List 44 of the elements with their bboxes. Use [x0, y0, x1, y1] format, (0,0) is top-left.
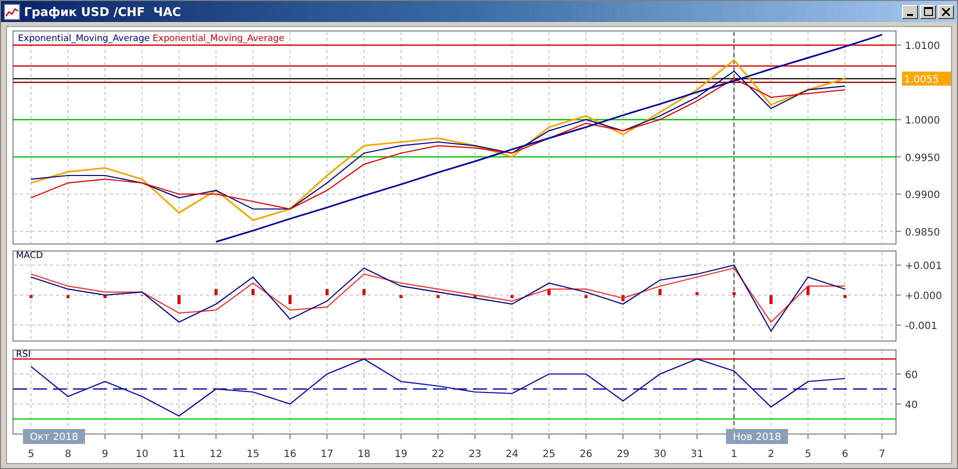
legend-label: Exponential_Moving_Average	[18, 34, 150, 44]
month-badge: Нов 2018	[726, 429, 788, 444]
axis-label: 40	[905, 400, 918, 411]
axis-label: 5	[804, 449, 812, 460]
axis-label: 15	[246, 449, 260, 460]
axis-label: 11	[172, 449, 186, 460]
axis-label: 0.9900	[905, 190, 940, 202]
month-badge: Окт 2018	[23, 429, 85, 444]
axis-label: 1.0000	[905, 116, 940, 127]
axis-label: +0.001	[905, 261, 942, 272]
axis-label: -0.001	[905, 321, 938, 332]
legend-label: Exponential_Moving_Average	[152, 34, 284, 44]
axis-label: 9	[102, 449, 108, 460]
axis-label: 23	[468, 449, 482, 460]
axis-label: 10	[136, 449, 148, 460]
axis-label: 1	[730, 449, 738, 460]
axis-label: 1.0100	[905, 41, 940, 52]
axis-label: 25	[542, 449, 556, 460]
axis-label: 24	[506, 449, 518, 460]
axis-label: 17	[320, 449, 334, 460]
window-title: График USD /CHF ЧАС	[24, 4, 182, 18]
axis-label: 5	[28, 449, 34, 460]
axis-label: 0.9850	[905, 227, 940, 238]
price-tag: 1.0055	[902, 72, 951, 86]
axis-label: 22	[432, 449, 444, 460]
pane-title: RSI	[16, 350, 31, 360]
axis-label: 12	[210, 449, 222, 460]
axis-label: 7	[878, 449, 886, 460]
axis-label: +0.000	[905, 291, 942, 302]
axis-label: 16	[284, 449, 296, 460]
axis-label: 31	[690, 449, 704, 460]
axis-label: 30	[654, 449, 666, 460]
axis-label: 26	[580, 449, 592, 460]
axis-label: 18	[358, 449, 370, 460]
axis-label: 19	[394, 449, 408, 460]
annotation: Окт 2018	[30, 432, 78, 443]
axis-label: 29	[616, 449, 630, 460]
axis-label: 0.9950	[905, 152, 940, 164]
axis-label: 8	[64, 449, 72, 460]
axis-label: 60	[905, 370, 918, 381]
axis-label: 6	[842, 449, 848, 460]
axis-label: 2	[768, 449, 774, 460]
annotation: Нов 2018	[732, 432, 782, 443]
pane-title: MACD	[16, 251, 43, 261]
